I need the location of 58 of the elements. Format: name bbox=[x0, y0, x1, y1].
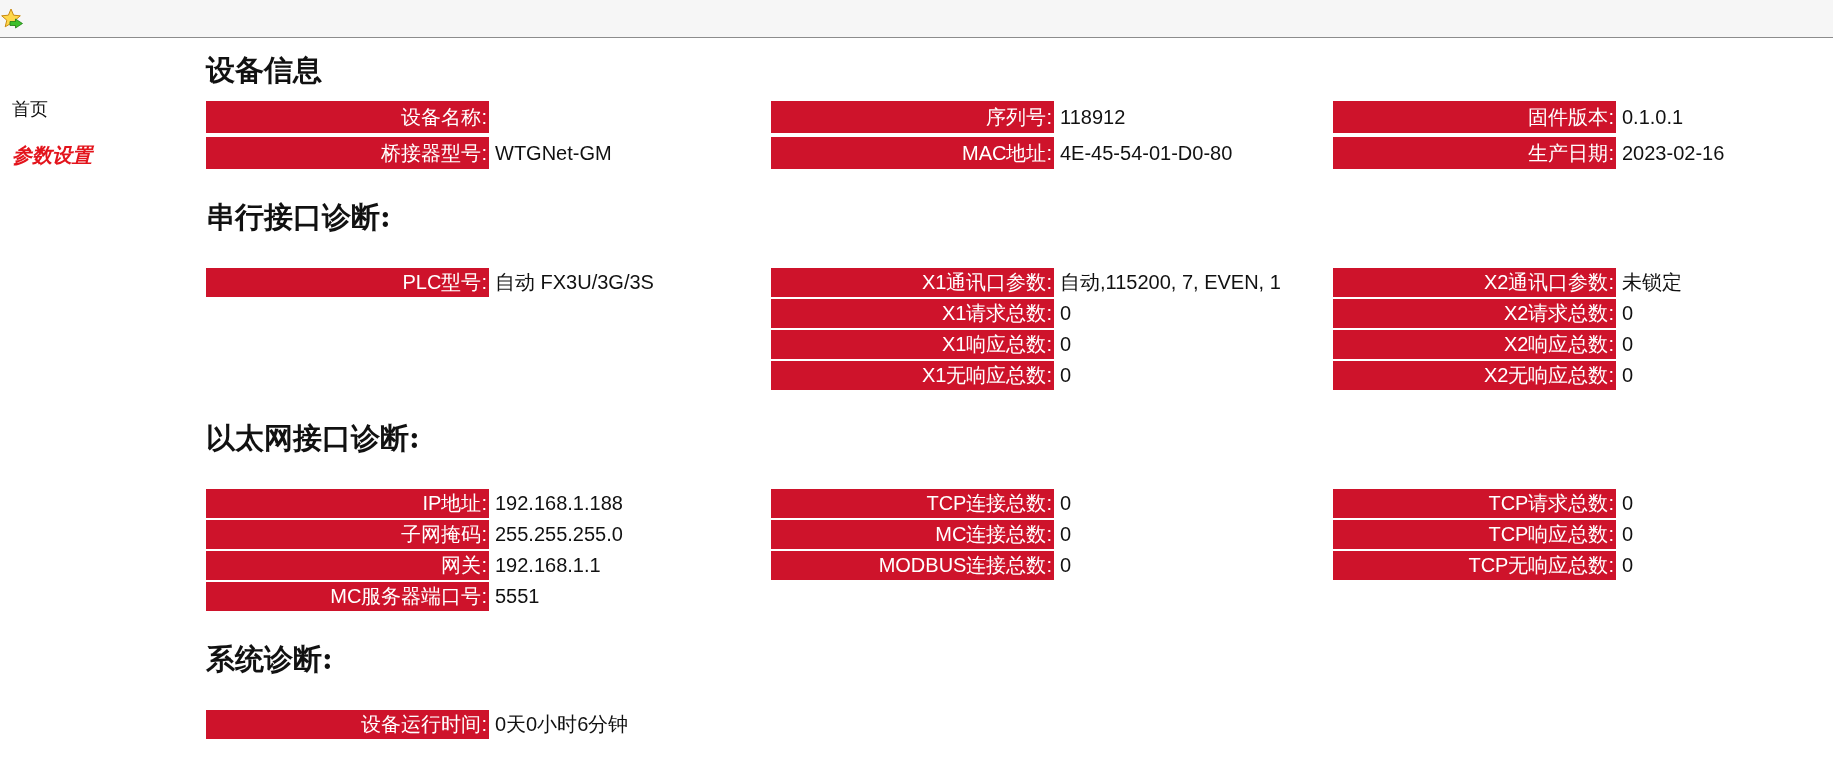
field-label: 网关: bbox=[206, 551, 489, 580]
field-value: 0 bbox=[1059, 332, 1072, 357]
sidebar-link[interactable]: 参数设置 bbox=[12, 144, 92, 166]
field-value: 0 bbox=[1621, 332, 1634, 357]
field-label: X2通讯口参数: bbox=[1333, 268, 1616, 297]
field-label: 序列号: bbox=[771, 101, 1054, 133]
field-label: X2响应总数: bbox=[1333, 330, 1616, 359]
field-label: X1请求总数: bbox=[771, 299, 1054, 328]
section-title: 以太网接口诊断: bbox=[206, 421, 421, 455]
field-label: TCP连接总数: bbox=[771, 489, 1054, 518]
field-label: TCP响应总数: bbox=[1333, 520, 1616, 549]
field-value: 0 bbox=[1621, 363, 1634, 388]
field-label: X1通讯口参数: bbox=[771, 268, 1054, 297]
field-value: 255.255.255.0 bbox=[494, 522, 623, 547]
field-value: 0 bbox=[1621, 491, 1634, 516]
field-value: 4E-45-54-01-D0-80 bbox=[1059, 140, 1233, 166]
field-value: 0 bbox=[1621, 301, 1634, 326]
field-label: X2无响应总数: bbox=[1333, 361, 1616, 390]
field-value: 自动,115200, 7, EVEN, 1 bbox=[1059, 270, 1281, 295]
field-label: MC连接总数: bbox=[771, 520, 1054, 549]
field-value: 0 bbox=[1059, 553, 1072, 578]
field-value: 0 bbox=[1059, 522, 1072, 547]
field-label: TCP请求总数: bbox=[1333, 489, 1616, 518]
field-value: 118912 bbox=[1059, 104, 1126, 130]
field-label: PLC型号: bbox=[206, 268, 489, 297]
field-label: 固件版本: bbox=[1333, 101, 1616, 133]
field-label: 设备名称: bbox=[206, 101, 489, 133]
field-value: 0天0小时6分钟 bbox=[494, 712, 629, 737]
field-value: 未锁定 bbox=[1621, 270, 1682, 295]
field-label: X2请求总数: bbox=[1333, 299, 1616, 328]
field-value: 0 bbox=[1621, 553, 1634, 578]
field-value: 192.168.1.1 bbox=[494, 553, 601, 578]
field-label: MAC地址: bbox=[771, 137, 1054, 169]
field-label: MODBUS连接总数: bbox=[771, 551, 1054, 580]
field-value: 2023-02-16 bbox=[1621, 140, 1725, 166]
field-label: X1响应总数: bbox=[771, 330, 1054, 359]
field-label: 设备运行时间: bbox=[206, 710, 489, 739]
field-value: 0 bbox=[1059, 301, 1072, 326]
section-title: 系统诊断: bbox=[206, 642, 334, 676]
field-value: 192.168.1.188 bbox=[494, 491, 623, 516]
sidebar-link[interactable]: 首页 bbox=[12, 98, 48, 120]
field-value: 5551 bbox=[494, 584, 540, 609]
field-label: TCP无响应总数: bbox=[1333, 551, 1616, 580]
field-label: 生产日期: bbox=[1333, 137, 1616, 169]
field-label: IP地址: bbox=[206, 489, 489, 518]
field-label: MC服务器端口号: bbox=[206, 582, 489, 611]
field-value: 0 bbox=[1059, 491, 1072, 516]
field-value: 0 bbox=[1059, 363, 1072, 388]
star-arrow-icon[interactable] bbox=[1, 7, 23, 30]
field-label: X1无响应总数: bbox=[771, 361, 1054, 390]
field-value: 自动 FX3U/3G/3S bbox=[494, 270, 654, 295]
field-label: 桥接器型号: bbox=[206, 137, 489, 169]
field-value: 0 bbox=[1621, 522, 1634, 547]
section-title: 串行接口诊断: bbox=[206, 200, 392, 234]
field-label: 子网掩码: bbox=[206, 520, 489, 549]
field-value: 0.1.0.1 bbox=[1621, 104, 1684, 130]
field-value: WTGNet-GM bbox=[494, 140, 612, 166]
section-title: 设备信息 bbox=[206, 53, 323, 87]
